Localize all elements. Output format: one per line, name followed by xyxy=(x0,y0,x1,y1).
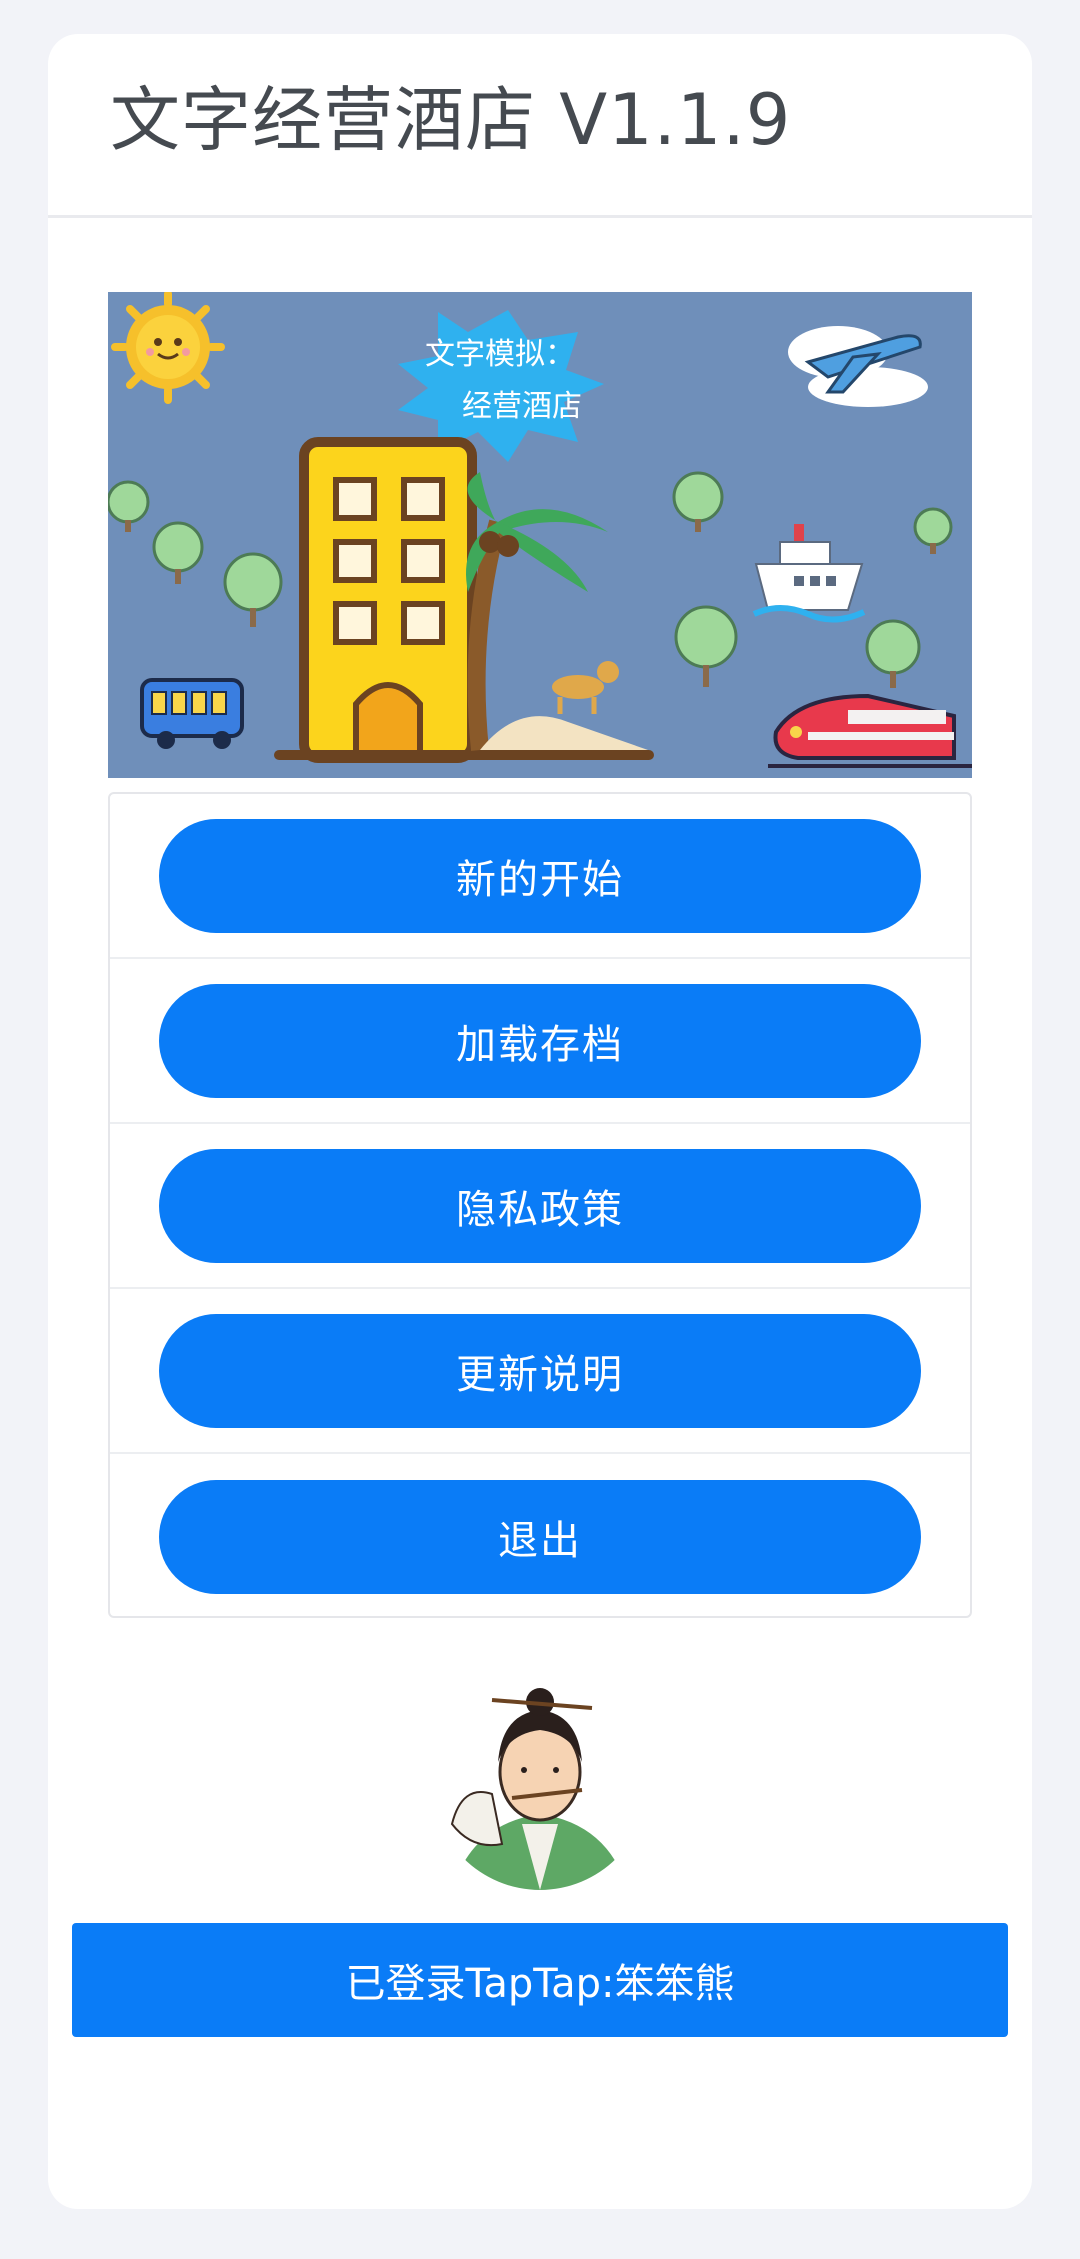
banner-line1: 文字模拟： xyxy=(425,337,575,372)
menu-row: 退出 xyxy=(110,1454,970,1619)
new-game-button[interactable]: 新的开始 xyxy=(159,818,921,933)
main-menu: 新的开始 加载存档 隐私政策 更新说明 退出 xyxy=(108,792,972,1618)
menu-row: 隐私政策 xyxy=(110,1124,970,1289)
avatar-portrait-icon xyxy=(432,1674,648,1890)
privacy-policy-button[interactable]: 隐私政策 xyxy=(159,1148,921,1263)
card-header: 文字经营酒店 V1.1.9 xyxy=(48,34,1032,218)
load-save-button[interactable]: 加载存档 xyxy=(159,983,921,1098)
banner-line2: 经营酒店 xyxy=(462,389,582,424)
main-card: 文字经营酒店 V1.1.9 文字模拟： 经营酒店 新的开始 加载存档 隐私政策 … xyxy=(48,34,1032,2209)
update-notes-button[interactable]: 更新说明 xyxy=(159,1313,921,1428)
exit-button[interactable]: 退出 xyxy=(159,1479,921,1594)
page-title: 文字经营酒店 V1.1.9 xyxy=(110,79,792,161)
sun-icon xyxy=(111,292,225,404)
menu-row: 更新说明 xyxy=(110,1289,970,1454)
menu-row: 加载存档 xyxy=(110,959,970,1124)
menu-row: 新的开始 xyxy=(110,794,970,959)
avatar xyxy=(432,1674,648,1890)
banner-image: 文字模拟： 经营酒店 xyxy=(108,292,972,778)
login-status-bar[interactable]: 已登录TapTap:笨笨熊 xyxy=(72,1923,1008,2037)
